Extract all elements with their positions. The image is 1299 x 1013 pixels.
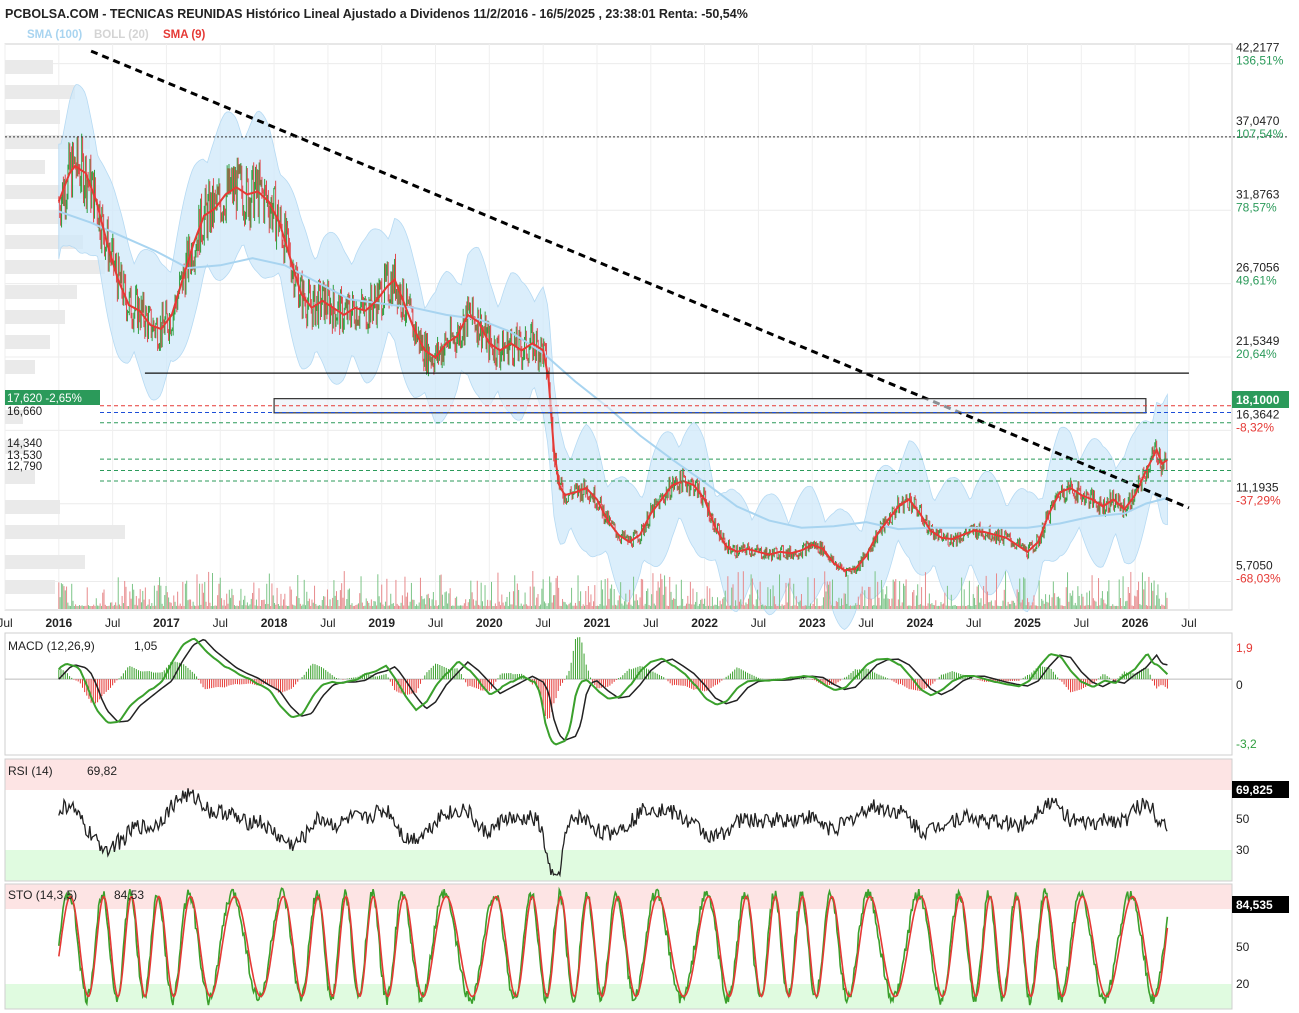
current-price-label: 17,620 -2,65% <box>7 393 82 405</box>
macd-value: 1,05 <box>134 639 158 653</box>
x-tick-label: 2025 <box>1014 616 1041 630</box>
volume-profile-bar <box>5 555 85 569</box>
x-tick-label: 2024 <box>907 616 934 630</box>
chart-title: PCBOLSA.COM - TECNICAS REUNIDAS Históric… <box>5 7 748 21</box>
rsi-last-value: 69,825 <box>1236 783 1273 797</box>
price-tick-label: 11,1935 <box>1236 481 1279 495</box>
price-tick-label: 21,5349 <box>1236 334 1280 348</box>
x-tick-label: Jul <box>643 616 658 630</box>
volume-profile-bar <box>5 85 75 99</box>
price-tick-label: 31,8763 <box>1236 187 1280 201</box>
rsi-axis-50: 50 <box>1236 812 1250 826</box>
price-tick-percent: -68,03% <box>1236 572 1281 586</box>
x-tick-label: 2022 <box>691 616 718 630</box>
price-tick-percent: -8,32% <box>1236 420 1274 434</box>
last-price-label: 18,1000 <box>1236 393 1280 407</box>
x-tick-label: Jul <box>1181 616 1196 630</box>
x-tick-label: Jul <box>320 616 335 630</box>
level-label: 12,790 <box>7 461 42 473</box>
level-label: 14,340 <box>7 438 42 450</box>
x-tick-label: Jul <box>428 616 443 630</box>
price-tick-percent: 49,61% <box>1236 274 1277 288</box>
macd-axis-top: 1,9 <box>1236 641 1253 655</box>
stock-chart: PCBOLSA.COM - TECNICAS REUNIDAS Históric… <box>0 0 1299 1013</box>
x-tick-label: Jul <box>858 616 873 630</box>
x-tick-label: Jul <box>105 616 120 630</box>
x-tick-label: 2020 <box>476 616 503 630</box>
rsi-title: RSI (14) <box>8 764 53 778</box>
legend: SMA (100) BOLL (20) SMA (9) <box>27 29 206 41</box>
x-tick-label: 2019 <box>368 616 395 630</box>
legend-sma100: SMA (100) <box>27 29 82 41</box>
volume-profile-bar <box>5 500 60 514</box>
volume-profile-bar <box>5 210 67 224</box>
price-tick-label: 16,3642 <box>1236 407 1280 421</box>
price-tick-percent: 78,57% <box>1236 200 1277 214</box>
x-tick-label: 2017 <box>153 616 180 630</box>
x-tick-label: 2023 <box>799 616 826 630</box>
price-tick-percent: 20,64% <box>1236 347 1277 361</box>
x-tick-label: Jul <box>966 616 981 630</box>
volume-profile-bar <box>5 285 77 299</box>
volume-profile-bar <box>5 335 50 349</box>
legend-sma9: SMA (9) <box>163 29 206 41</box>
sto-value: 84,53 <box>114 888 144 902</box>
rsi-overbought-zone <box>5 759 1232 790</box>
volume-profile-bar <box>5 160 45 174</box>
macd-title: MACD (12,26,9) <box>8 639 95 653</box>
macd-axis-bottom: -3,2 <box>1236 737 1257 751</box>
price-tick-percent: 136,51% <box>1236 54 1284 68</box>
volume-profile-bar <box>5 580 55 594</box>
volume-profile-bar <box>5 360 35 374</box>
x-tick-label: 2026 <box>1122 616 1149 630</box>
rsi-value: 69,82 <box>87 764 117 778</box>
volume-profile-bar <box>5 60 53 74</box>
macd-axis-zero: 0 <box>1236 678 1243 692</box>
level-label: 16,660 <box>7 406 42 418</box>
x-tick-label: 2018 <box>261 616 288 630</box>
price-tick-label: 26,7056 <box>1236 261 1280 275</box>
price-tick-percent: -37,29% <box>1236 494 1281 508</box>
sto-last-value: 84,535 <box>1236 898 1273 912</box>
legend-boll: BOLL (20) <box>94 29 149 41</box>
price-tick-label: 5,7050 <box>1236 559 1273 573</box>
price-tick-label: 37,0470 <box>1236 114 1280 128</box>
volume-profile-bar <box>5 525 125 539</box>
sto-title: STO (14,3,5) <box>8 888 77 902</box>
rsi-oversold-zone <box>5 850 1232 881</box>
x-axis: Jul 2016 Jul 2017 Jul 2018 Jul 2019 Jul 2020 Jul 20… <box>0 616 1197 630</box>
x-tick-label: Jul <box>535 616 550 630</box>
sto-axis-20: 20 <box>1236 977 1250 991</box>
x-tick-label: Jul <box>213 616 228 630</box>
price-tick-label: 42,2177 <box>1236 41 1280 55</box>
sto-axis-50: 50 <box>1236 940 1250 954</box>
volume-profile-bar <box>5 110 60 124</box>
price-tick-percent: 107,54% <box>1236 127 1284 141</box>
x-tick-label: Jul <box>0 616 13 630</box>
x-tick-label: 2021 <box>584 616 611 630</box>
x-tick-label: Jul <box>1074 616 1089 630</box>
volume-profile-bar <box>5 260 105 274</box>
volume-profile-bar <box>5 310 65 324</box>
x-tick-label: Jul <box>751 616 766 630</box>
sto-oversold-zone <box>5 984 1232 1009</box>
rsi-axis-30: 30 <box>1236 843 1250 857</box>
x-tick-label: 2016 <box>45 616 72 630</box>
